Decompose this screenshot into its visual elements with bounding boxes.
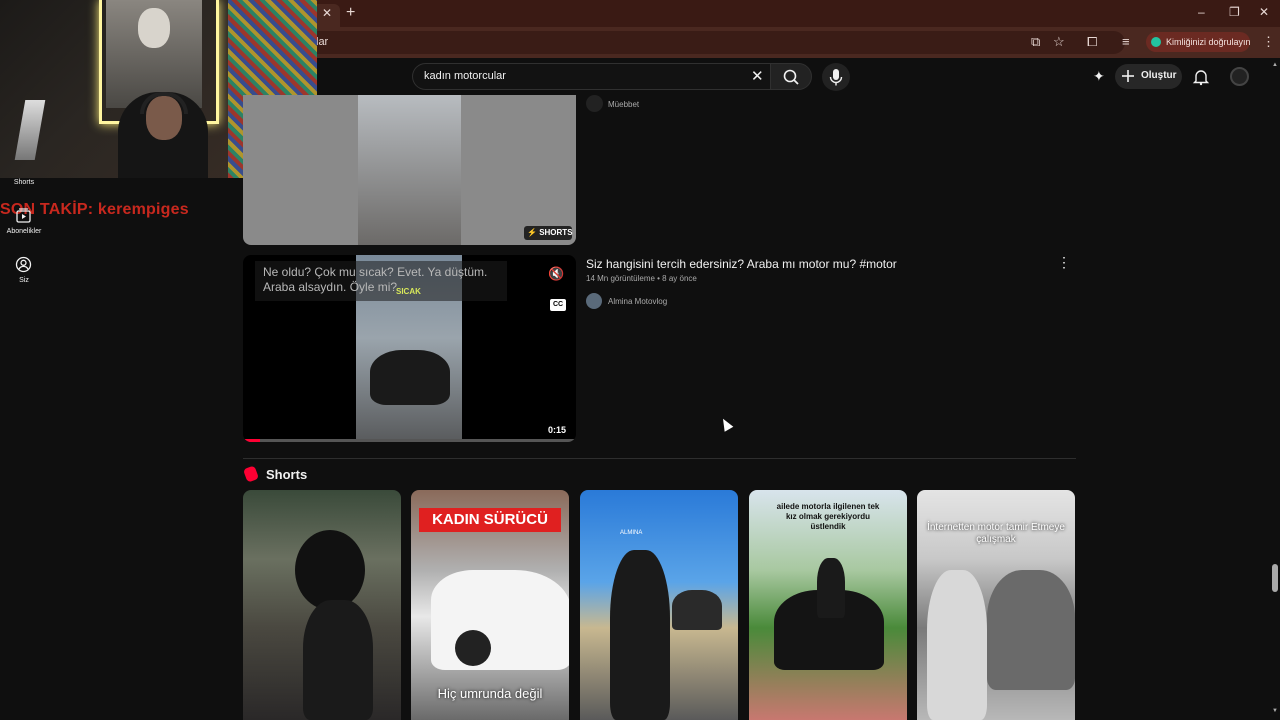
address-bar[interactable] xyxy=(300,31,1125,54)
woman-image xyxy=(817,558,845,618)
caption-line: Ne oldu? Çok mu sıcak? Evet. Ya düştüm. xyxy=(263,265,488,279)
verify-identity-label: Kimliğinizi doğrulayın xyxy=(1166,37,1251,47)
search-icon xyxy=(783,69,799,85)
reading-list-icon[interactable]: ≡ xyxy=(1122,34,1130,49)
motorcycle-image xyxy=(987,570,1075,690)
create-label: Oluştur xyxy=(1141,70,1177,81)
car-image xyxy=(431,570,569,670)
caption-line: Araba alsaydın. Öyle mi? xyxy=(263,280,398,294)
minimize-button[interactable]: – xyxy=(1198,5,1205,19)
video-metadata: 14 Mn görüntüleme • 8 ay önce xyxy=(586,274,697,283)
subscriptions-icon[interactable] xyxy=(15,207,32,224)
restore-button[interactable]: ❐ xyxy=(1229,5,1240,19)
channel-name[interactable]: Almina Motovlog xyxy=(608,297,667,306)
bookmark-star-icon[interactable]: ☆ xyxy=(1053,34,1065,50)
short-watermark: ALMINA xyxy=(620,530,643,536)
notifications-bell-icon[interactable] xyxy=(1192,68,1210,86)
more-actions-icon[interactable]: ⋮ xyxy=(1057,254,1071,271)
thumbnail-image xyxy=(358,95,461,245)
extensions-icon[interactable]: ⧠ xyxy=(1087,34,1097,50)
short-card[interactable]: ailede motorla ilgilenen tek kız olmak g… xyxy=(749,490,907,720)
mirror-image xyxy=(455,630,491,666)
rider-image xyxy=(303,600,373,720)
sidebar-item-you[interactable]: Siz xyxy=(10,277,38,284)
shorts-logo-icon xyxy=(242,465,260,483)
channel-name[interactable]: Müebbet xyxy=(608,100,639,109)
scroll-up-arrow-icon[interactable]: ▲ xyxy=(1272,62,1278,68)
short-card[interactable]: KADIN SÜRÜCÜ Hiç umrunda değil xyxy=(411,490,569,720)
short-card[interactable]: İnternetten motor tamir Etmeye çalışmak xyxy=(917,490,1075,720)
short-overlay-text: Hiç umrunda değil xyxy=(437,686,543,701)
woman-image xyxy=(927,570,987,720)
video-duration: 0:15 xyxy=(548,425,567,435)
video-sticker-text: SICAK xyxy=(396,287,421,296)
microphone-icon xyxy=(829,69,843,86)
install-app-icon[interactable]: ⧉ xyxy=(1031,34,1040,50)
short-overlay-text: ailede motorla ilgilenen tek kız olmak g… xyxy=(776,502,880,531)
motorcycle-image xyxy=(672,590,722,630)
tab-close-icon[interactable]: ✕ xyxy=(322,6,332,20)
profile-dot-icon xyxy=(1151,37,1161,47)
helmet-image xyxy=(295,530,365,610)
woman-image xyxy=(610,550,670,720)
account-icon[interactable] xyxy=(15,256,32,273)
scrollbar-thumb[interactable] xyxy=(1272,564,1278,592)
channel-avatar[interactable] xyxy=(586,293,602,309)
short-card[interactable]: ALMINA xyxy=(580,490,738,720)
browser-menu-icon[interactable]: ⋮ xyxy=(1262,34,1275,50)
preview-progress-bar[interactable] xyxy=(243,439,576,442)
closed-captions-button[interactable]: CC xyxy=(550,299,566,311)
sidebar-item-subscriptions[interactable]: Abonelikler xyxy=(4,228,44,235)
clear-search-icon[interactable]: ✕ xyxy=(751,67,764,85)
channel-avatar[interactable] xyxy=(586,95,603,112)
section-divider xyxy=(243,458,1076,459)
new-tab-button[interactable]: + xyxy=(346,4,355,22)
progress-fill xyxy=(243,439,260,442)
motorcycle-image xyxy=(370,350,450,405)
voice-search-button[interactable] xyxy=(822,63,850,91)
search-query: kadın motorcular xyxy=(424,70,506,82)
short-banner: KADIN SÜRÜCÜ xyxy=(419,508,561,532)
video-preview-player[interactable]: Ne oldu? Çok mu sıcak? Evet. Ya düştüm. … xyxy=(243,255,576,442)
shorts-badge: ⚡ SHORTS xyxy=(524,226,573,240)
shorts-badge-label: SHORTS xyxy=(539,228,573,237)
address-text: lar xyxy=(316,36,329,48)
short-card[interactable] xyxy=(243,490,401,720)
short-overlay-text: İnternetten motor tamir Etmeye çalışmak xyxy=(927,522,1065,545)
mouse-cursor xyxy=(718,416,734,432)
avatar[interactable] xyxy=(1230,67,1249,86)
video-thumbnail[interactable] xyxy=(243,95,576,245)
close-window-button[interactable]: ✕ xyxy=(1259,5,1269,19)
sidebar-item-shorts[interactable]: Shorts xyxy=(10,179,38,186)
shorts-section-heading: Shorts xyxy=(266,467,308,482)
gemini-icon[interactable]: ✦ xyxy=(1093,68,1105,85)
scroll-down-arrow-icon[interactable]: ▼ xyxy=(1272,708,1278,714)
plus-icon xyxy=(1122,70,1134,82)
video-title[interactable]: Siz hangisini tercih edersiniz? Araba mı… xyxy=(586,257,897,271)
search-button[interactable] xyxy=(770,63,812,90)
mute-icon[interactable]: 🔇 xyxy=(548,266,564,282)
lamp xyxy=(14,100,46,160)
